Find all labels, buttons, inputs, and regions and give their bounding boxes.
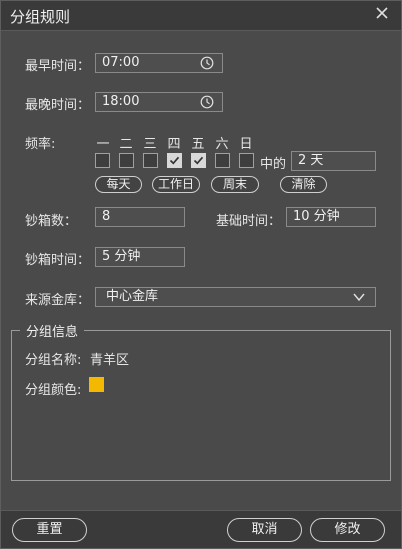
title-bar: 分组规则 (1, 1, 401, 31)
group-name-value: 青羊区 (90, 353, 130, 368)
source-vault-value: 中心金库 (106, 289, 159, 304)
base-time-value: 10 分钟 (293, 209, 340, 224)
days-count-value: 2 天 (298, 153, 324, 168)
earliest-time-value: 07:00 (102, 55, 140, 70)
cashbox-count-value: 8 (102, 209, 111, 224)
latest-time-value: 18:00 (102, 94, 140, 109)
days-count-input[interactable]: 2 天 (291, 151, 376, 171)
base-time-input[interactable]: 10 分钟 (286, 207, 376, 227)
group-info-legend: 分组信息 (20, 321, 85, 340)
close-icon[interactable] (375, 6, 389, 20)
modify-button[interactable]: 修改 (310, 518, 385, 542)
group-rule-dialog: 分组规则 最早时间： 07:00 最晚时间： 18:00 频率: 一 二 三 四… (0, 0, 402, 549)
workday-button[interactable]: 工作日 (152, 176, 200, 193)
weekday-label-thu: 四 (167, 137, 181, 152)
weekday-checkbox-thu[interactable] (167, 153, 182, 168)
weekday-label-mon: 一 (96, 137, 110, 152)
weekend-button[interactable]: 周末 (211, 176, 259, 193)
earliest-time-input[interactable]: 07:00 (95, 53, 223, 73)
cancel-button[interactable]: 取消 (227, 518, 302, 542)
cashbox-time-label: 钞箱时间： (25, 253, 91, 268)
weekday-checkbox-tue[interactable] (119, 153, 134, 168)
weekday-label-tue: 二 (119, 137, 133, 152)
earliest-time-label: 最早时间： (25, 59, 91, 74)
check-icon (169, 156, 180, 165)
weekday-checkbox-wed[interactable] (143, 153, 158, 168)
clock-icon[interactable] (200, 56, 214, 70)
weekday-label-fri: 五 (191, 137, 205, 152)
cashbox-time-value: 5 分钟 (102, 249, 141, 264)
dialog-footer: 重置 取消 修改 (1, 510, 401, 548)
group-color-label: 分组颜色: (25, 383, 82, 398)
latest-time-label: 最晚时间： (25, 98, 91, 113)
chevron-down-icon (353, 293, 365, 302)
reset-button[interactable]: 重置 (12, 518, 87, 542)
frequency-label: 频率: (25, 137, 56, 152)
base-time-label: 基础时间： (216, 214, 282, 229)
clear-button[interactable]: 清除 (280, 176, 327, 193)
weekday-label-sun: 日 (239, 137, 253, 152)
among-label: 中的 (260, 157, 287, 172)
cashbox-time-input[interactable]: 5 分钟 (95, 247, 185, 267)
source-vault-label: 来源金库： (25, 293, 91, 308)
dialog-title: 分组规则 (10, 8, 71, 26)
latest-time-input[interactable]: 18:00 (95, 92, 223, 112)
everyday-button[interactable]: 每天 (95, 176, 142, 193)
check-icon (193, 156, 204, 165)
source-vault-select[interactable]: 中心金库 (95, 287, 376, 307)
cashbox-count-label: 钞箱数： (25, 214, 78, 229)
clock-icon[interactable] (200, 95, 214, 109)
group-name-label: 分组名称: (25, 353, 82, 368)
weekday-label-sat: 六 (215, 137, 229, 152)
weekday-checkbox-mon[interactable] (95, 153, 110, 168)
group-color-swatch[interactable] (89, 377, 104, 392)
weekday-label-wed: 三 (143, 137, 157, 152)
weekday-checkbox-fri[interactable] (191, 153, 206, 168)
weekday-checkbox-sat[interactable] (215, 153, 230, 168)
cashbox-count-input[interactable]: 8 (95, 207, 185, 227)
weekday-checkbox-sun[interactable] (239, 153, 254, 168)
